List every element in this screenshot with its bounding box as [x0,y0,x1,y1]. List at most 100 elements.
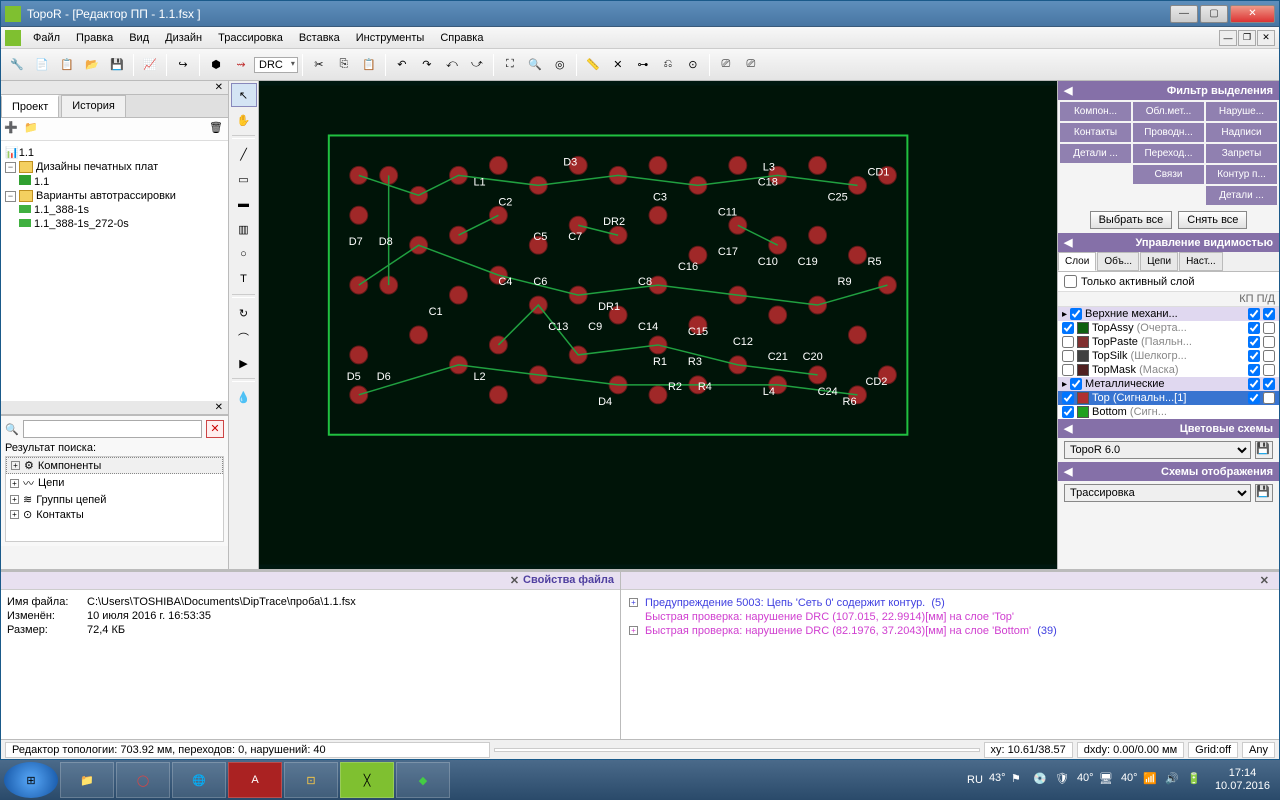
tool-new-icon[interactable]: 📄 [30,53,54,77]
tool-route-icon[interactable]: ⇝ [229,53,253,77]
tool-net-icon[interactable]: ⊶ [631,53,655,77]
vtool-keepout-icon[interactable]: ▥ [231,217,257,241]
tree-variants-folder[interactable]: −Варианты автотрассировки [5,189,224,203]
tool-branch-icon[interactable]: ⎌ [656,53,680,77]
titlebar[interactable]: TopoR - [Редактор ПП - 1.1.fsx ] — ▢ ✕ [1,1,1279,27]
project-close-icon[interactable]: ✕ [211,82,227,93]
search-input[interactable] [23,420,202,438]
search-result-item[interactable]: +⚙Компоненты [6,457,223,474]
tray-temp3-icon[interactable]: 40° [1121,772,1137,788]
colorscheme-select[interactable]: TopoR 6.0 [1064,441,1251,459]
tool-redo-icon[interactable]: ↷ [415,53,439,77]
tool-paste-icon[interactable]: 📋 [357,53,381,77]
layer-row[interactable]: TopPaste (Паяльн... [1058,335,1279,349]
tool-delete-icon[interactable]: ✕ [606,53,630,77]
task-chrome[interactable]: 🌐 [172,762,226,798]
vis-tab-layers[interactable]: Слои [1058,252,1096,271]
vtool-drop-icon[interactable]: 💧 [231,385,257,409]
tool-zoom-sel-icon[interactable]: ◎ [548,53,572,77]
vtool-play-icon[interactable]: ▶ [231,351,257,375]
panel-close-icon[interactable]: ✕ [1260,574,1269,587]
filter-copper[interactable]: Обл.мет... [1133,102,1204,121]
maximize-button[interactable]: ▢ [1200,5,1228,23]
message-item[interactable]: Быстрая проверка: нарушение DRC (107.015… [627,610,1273,624]
tool-export-icon[interactable]: ↪ [171,53,195,77]
pcb-view[interactable]: L1L3L2L4 D3DR2DR1D4 D7D8D5D6 C2C5C7C3 C1… [259,81,1057,569]
status-grid[interactable]: Grid:off [1188,742,1238,758]
filter-details[interactable]: Детали ... [1060,144,1131,163]
messages-body[interactable]: +Предупреждение 5003: Цепь 'Сеть 0' соде… [621,590,1279,739]
tool-undo-icon[interactable]: ↶ [390,53,414,77]
tray-disk-icon[interactable]: 💿 [1033,772,1049,788]
task-opera[interactable]: ◯ [116,762,170,798]
tree-delete-icon[interactable]: 🗑 [209,121,225,137]
tool-wrench-icon[interactable]: 🔧 [5,53,29,77]
layer-row[interactable]: TopAssy (Очерта... [1058,321,1279,335]
menu-file[interactable]: Файл [25,30,68,46]
tray-lang[interactable]: RU [967,774,983,786]
displayscheme-select[interactable]: Трассировка [1064,484,1251,502]
pcb-canvas[interactable]: L1L3L2L4 D3DR2DR1D4 D7D8D5D6 C2C5C7C3 C1… [259,81,1057,569]
tree-folder-icon[interactable]: 📁 [24,121,40,137]
tree-add-icon[interactable]: ➕ [4,121,20,137]
search-result-item[interactable]: +≋Группы цепей [6,492,223,507]
tool-open-icon[interactable]: 📂 [80,53,104,77]
filter-components[interactable]: Компон... [1060,102,1131,121]
message-item[interactable]: +Предупреждение 5003: Цепь 'Сеть 0' соде… [627,596,1273,610]
layer-cb[interactable] [1070,378,1082,390]
mdi-close[interactable]: ✕ [1257,30,1275,46]
tool-slider2-icon[interactable]: ⎚ [739,53,763,77]
tool-zoom-in-icon[interactable]: 🔍 [523,53,547,77]
tool-via-icon[interactable]: ⊙ [681,53,705,77]
colorscheme-save-icon[interactable]: 💾 [1255,441,1273,459]
menu-edit[interactable]: Правка [68,30,121,46]
search-results[interactable]: +⚙Компоненты +〰Цепи +≋Группы цепей +⊙Кон… [5,456,224,542]
menu-design[interactable]: Дизайн [157,30,210,46]
tool-undo2-icon[interactable]: ⤺ [440,53,464,77]
tray-network-icon[interactable]: 📶 [1143,772,1159,788]
tree-root[interactable]: 📊1.1 [5,145,224,160]
layer-cb[interactable] [1070,308,1082,320]
search-result-item[interactable]: +⊙Контакты [6,507,223,522]
vtool-line-icon[interactable]: ╱ [231,142,257,166]
layer-group-mech[interactable]: ▸Верхние механи... [1058,307,1279,321]
tray-shield-icon[interactable]: 🛡 [1055,772,1071,788]
start-button[interactable]: ⊞ [4,762,58,798]
tool-slider1-icon[interactable]: ⎚ [714,53,738,77]
menu-tools[interactable]: Инструменты [348,30,433,46]
filter-violations[interactable]: Наруше... [1206,102,1277,121]
filter-outline[interactable]: Контур п... [1206,165,1277,184]
tray-volume-icon[interactable]: 🔊 [1165,772,1181,788]
vtool-rotate-icon[interactable]: ↻ [231,301,257,325]
tray-flag-icon[interactable]: ⚑ [1011,772,1027,788]
tool-cut-icon[interactable]: ✂ [307,53,331,77]
vtool-circle-icon[interactable]: ○ [231,242,257,266]
filter-details2[interactable]: Детали ... [1206,186,1277,205]
layer-row-selected[interactable]: Top (Сигнальн...[1] [1058,391,1279,405]
task-app1[interactable]: ⊡ [284,762,338,798]
tool-measure-icon[interactable]: 📏 [581,53,605,77]
tab-history[interactable]: История [61,95,126,117]
vtool-arc-icon[interactable]: ⌒ [231,326,257,350]
mdi-minimize[interactable]: — [1219,30,1237,46]
deselect-all-button[interactable]: Снять все [1178,211,1247,229]
tab-project[interactable]: Проект [1,95,59,117]
search-clear-button[interactable]: ✕ [206,420,224,438]
layer-row[interactable]: TopMask (Маска) [1058,363,1279,377]
filter-pads[interactable]: Контакты [1060,123,1131,142]
collapse-icon[interactable]: ◀ [1064,422,1072,435]
vtool-select-icon[interactable]: ↖ [231,83,257,107]
filter-wires[interactable]: Проводн... [1133,123,1204,142]
only-active-checkbox[interactable] [1064,275,1077,288]
displayscheme-save-icon[interactable]: 💾 [1255,484,1273,502]
tree-variant1[interactable]: 1.1_388-1s [5,203,224,217]
tray-clock[interactable]: 17:1410.07.2016 [1209,767,1276,793]
search-close-icon[interactable]: ✕ [211,402,227,413]
tray-temp1-icon[interactable]: 43° [989,772,1005,788]
menu-insert[interactable]: Вставка [291,30,348,46]
layer-row[interactable]: Bottom (Сигн... [1058,405,1279,419]
menu-help[interactable]: Справка [432,30,491,46]
vtool-fillrect-icon[interactable]: ▬ [231,192,257,216]
vis-tab-objects[interactable]: Объ... [1097,252,1139,271]
task-diptrace[interactable]: ◆ [396,762,450,798]
